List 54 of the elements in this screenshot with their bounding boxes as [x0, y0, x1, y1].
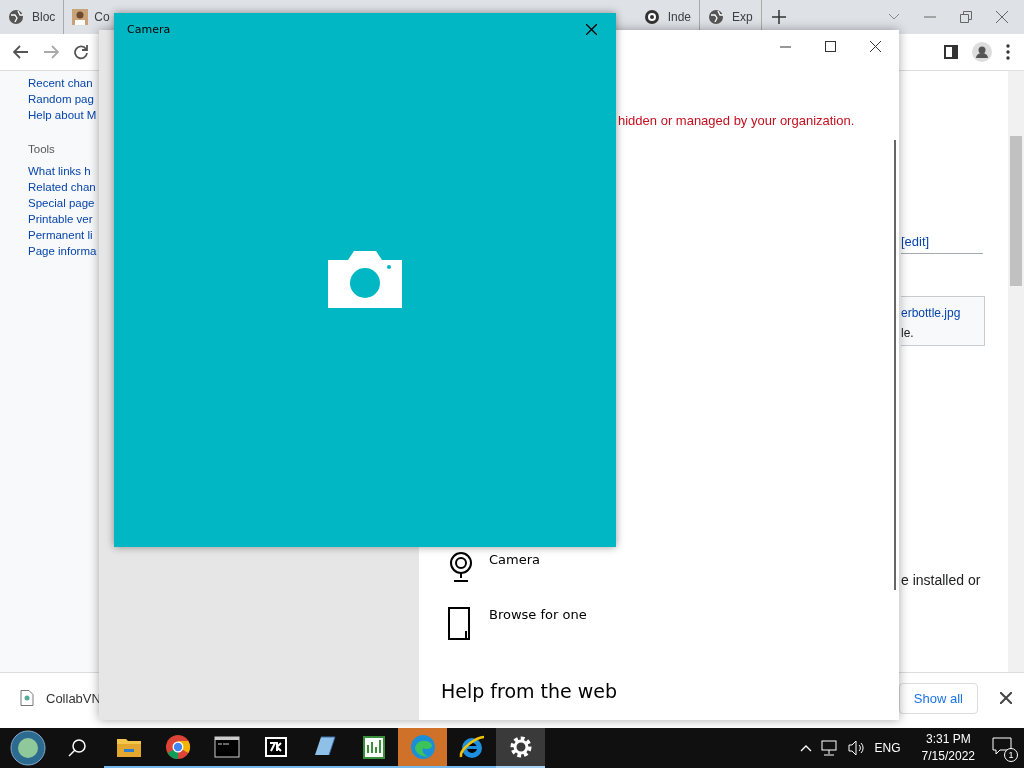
sidebar-heading: Tools [28, 143, 55, 155]
clock-date[interactable]: 7/15/2022 [921, 748, 975, 765]
search-icon[interactable] [68, 739, 86, 757]
document-icon [20, 690, 34, 706]
sidebar-link[interactable]: What links h [28, 165, 91, 177]
restore-icon[interactable] [960, 11, 972, 23]
camera-icon [328, 249, 402, 308]
scrollbar[interactable] [1008, 71, 1024, 672]
network-icon[interactable] [820, 740, 839, 756]
globe-icon [8, 9, 24, 25]
start-orb-icon[interactable] [10, 730, 46, 766]
sidebar-link[interactable]: Related chan [28, 181, 96, 193]
close-icon[interactable] [1000, 692, 1012, 704]
browser-icon [163, 733, 192, 761]
globe-icon [643, 9, 660, 25]
sidebar-link[interactable]: Random pag [28, 93, 94, 105]
body-text: e installed or [901, 572, 982, 588]
volume-icon[interactable] [847, 740, 866, 756]
sidebar-link[interactable]: Page informa [28, 245, 97, 257]
taskbar-app[interactable] [496, 728, 545, 768]
chevron-up-icon[interactable] [799, 744, 812, 752]
close-icon[interactable] [870, 41, 881, 52]
file-link[interactable]: erbottle.jpg [901, 303, 984, 323]
edit-link[interactable]: [edit] [901, 234, 983, 254]
maximize-icon[interactable] [825, 41, 836, 52]
policy-notice: hidden or managed by your organization. [618, 113, 855, 128]
terminal-icon [212, 733, 241, 761]
caption-text: le. [901, 325, 915, 342]
globe-icon [708, 9, 725, 25]
new-tab-icon[interactable] [771, 10, 786, 24]
sidebar-link[interactable]: Permanent li [28, 229, 93, 241]
profile-icon[interactable] [972, 42, 992, 62]
chevron-icon[interactable] [888, 13, 900, 21]
close-icon[interactable] [586, 24, 597, 35]
scrollbar[interactable] [894, 140, 896, 590]
avatar-icon [72, 9, 89, 25]
browser-icon [457, 733, 486, 761]
browser-icon [408, 733, 437, 761]
sidebar-link[interactable]: Special page [28, 197, 95, 209]
sidebar-icon[interactable] [944, 45, 958, 59]
show-all-button[interactable]: Show all [898, 682, 978, 714]
language-indicator[interactable]: ENG [874, 741, 901, 755]
menu-icon[interactable] [1006, 44, 1010, 60]
reload-icon[interactable] [73, 44, 89, 60]
section-heading: Help from the web [441, 680, 619, 702]
back-arrow-icon[interactable] [13, 45, 29, 59]
sidebar-link[interactable]: Recent chan [28, 77, 93, 89]
photo-source-option[interactable]: Camera [447, 552, 899, 585]
clock-time[interactable]: 3:31 PM [925, 731, 971, 748]
photo-source-option[interactable]: Browse for one [447, 607, 899, 640]
window-title: Camera [127, 23, 171, 36]
sidebar-link[interactable]: Printable ver [28, 213, 93, 225]
webcam-icon [447, 552, 475, 585]
sidebar-link[interactable]: Help about M [28, 109, 97, 121]
